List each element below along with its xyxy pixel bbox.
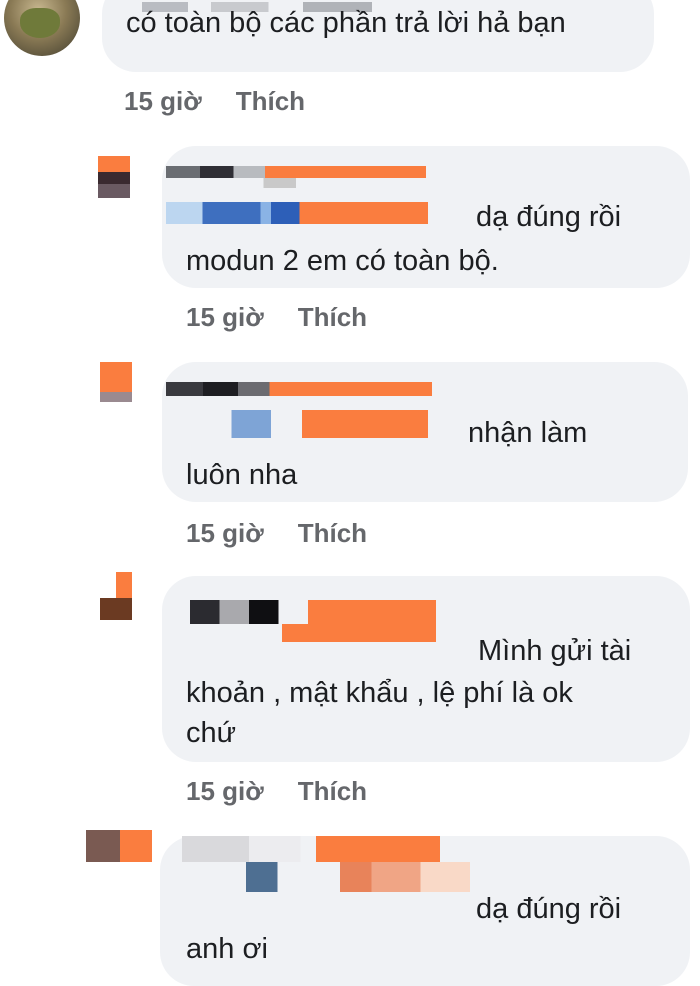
timestamp[interactable]: 15 giờ bbox=[124, 86, 202, 116]
comment-text: chứ bbox=[186, 717, 237, 749]
like-button[interactable]: Thích bbox=[298, 302, 367, 332]
comment-text: luôn nha bbox=[186, 459, 298, 491]
author-name-redacted[interactable] bbox=[190, 600, 436, 624]
comment-text: khoản , mật khẩu , lệ phí là ok bbox=[186, 677, 573, 709]
comment-meta: 15 giờ Thích bbox=[186, 302, 367, 333]
comment-meta: 15 giờ Thích bbox=[124, 86, 305, 117]
avatar[interactable] bbox=[86, 830, 152, 862]
tagged-user-redacted[interactable] bbox=[166, 202, 428, 224]
comment-text: dạ đúng rồi bbox=[476, 893, 622, 925]
avatar[interactable] bbox=[100, 572, 132, 620]
like-button[interactable]: Thích bbox=[298, 518, 367, 548]
timestamp[interactable]: 15 giờ bbox=[186, 302, 264, 332]
comment-bubble: Mình gửi tài khoản , mật khẩu , lệ phí l… bbox=[162, 576, 690, 762]
comment-bubble: dạ đúng rồi modun 2 em có toàn bộ. bbox=[162, 146, 690, 288]
avatar[interactable] bbox=[4, 0, 80, 56]
comment-text: modun 2 em có toàn bộ. bbox=[186, 245, 499, 277]
tagged-user-redacted[interactable] bbox=[166, 410, 428, 438]
comment-meta: 15 giờ Thích bbox=[186, 518, 367, 549]
avatar[interactable] bbox=[98, 156, 130, 198]
avatar-image bbox=[20, 8, 60, 38]
comment-text: nhận làm bbox=[468, 417, 588, 449]
comment-text: Mình gửi tài bbox=[478, 635, 632, 667]
comment-text: có toàn bộ các phần trả lời hả bạn bbox=[126, 7, 566, 39]
comment-bubble: dạ đúng rồi anh ơi bbox=[160, 836, 690, 986]
comment-meta: 15 giờ Thích bbox=[186, 776, 367, 807]
author-name-redacted[interactable] bbox=[166, 166, 426, 178]
avatar[interactable] bbox=[100, 362, 132, 404]
comment-bubble: nhận làm luôn nha bbox=[162, 362, 688, 502]
author-name-redacted[interactable] bbox=[182, 836, 440, 862]
comment-text: dạ đúng rồi bbox=[476, 201, 622, 233]
timestamp[interactable]: 15 giờ bbox=[186, 518, 264, 548]
tagged-user-redacted[interactable] bbox=[246, 862, 470, 892]
like-button[interactable]: Thích bbox=[298, 776, 367, 806]
like-button[interactable]: Thích bbox=[236, 86, 305, 116]
timestamp[interactable]: 15 giờ bbox=[186, 776, 264, 806]
author-name-redacted[interactable] bbox=[166, 382, 432, 396]
comment-text: anh ơi bbox=[186, 933, 268, 965]
comment-bubble: có toàn bộ các phần trả lời hả bạn bbox=[102, 0, 654, 72]
